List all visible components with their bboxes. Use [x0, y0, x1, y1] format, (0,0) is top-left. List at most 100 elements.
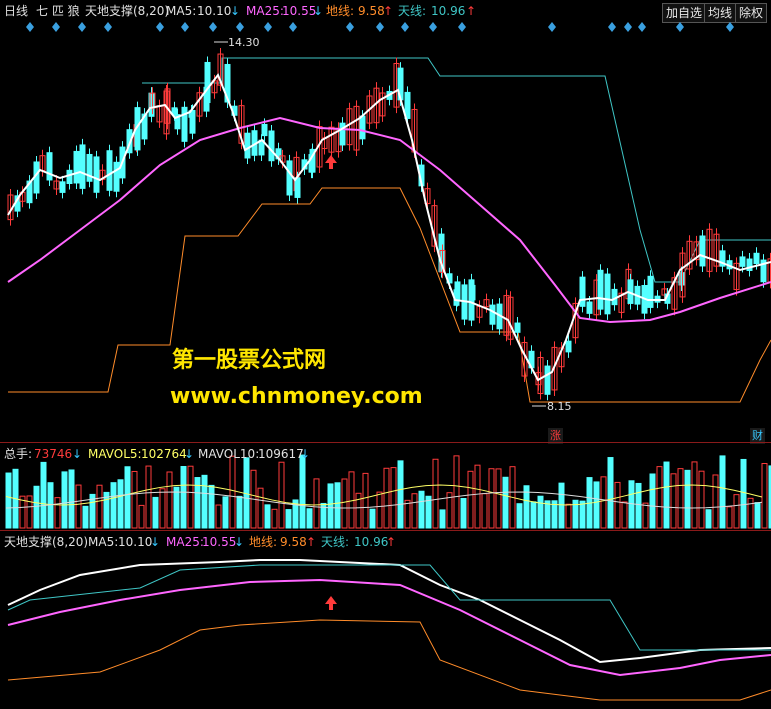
ind-ma25-value: 10.55 — [202, 535, 237, 549]
volume-bar — [299, 454, 306, 529]
ind-dixian-value: 9.58 — [280, 535, 307, 549]
volume-bar — [397, 460, 404, 529]
watermark-title: 第一股票公式网 — [172, 348, 327, 373]
signal-diamond-icon — [346, 22, 354, 32]
dixian-line — [8, 187, 771, 403]
volume-bar — [173, 486, 180, 529]
signal-diamond-icon — [236, 22, 244, 32]
kline-chart[interactable] — [0, 0, 771, 709]
ma5-line — [7, 72, 771, 382]
candle-body — [268, 130, 275, 162]
volume-bar — [306, 508, 313, 529]
ind-dixian-path — [7, 619, 771, 701]
candle-body — [586, 301, 593, 314]
candle-body — [544, 365, 551, 395]
volume-bar — [677, 468, 684, 529]
volume-bar — [131, 470, 138, 529]
volume-bar — [474, 464, 481, 529]
volume-bar — [516, 503, 523, 529]
signal-diamond-icon — [52, 22, 60, 32]
low-price-label: 8.15 — [547, 400, 572, 413]
volume-bar — [502, 476, 509, 529]
volume-bar — [75, 484, 82, 529]
volume-bar — [222, 496, 229, 529]
volume-bar — [411, 493, 418, 529]
ind-tianxian-arrow-up-icon: ↑ — [386, 535, 397, 549]
volume-bar — [110, 482, 117, 529]
mavol5-value: 102764 — [141, 447, 187, 461]
ind-tianxian-value: 10.96 — [354, 535, 389, 549]
signal-diamond-icon — [78, 22, 86, 32]
volume-bar — [467, 470, 474, 529]
candle-body — [73, 150, 80, 184]
signal-diamond-icon — [401, 22, 409, 32]
candle-body — [699, 235, 706, 267]
candle-body — [244, 132, 251, 159]
volume-bar — [201, 474, 208, 529]
volume-bar — [68, 469, 75, 529]
volume-bar — [180, 466, 187, 529]
indicator-panel-name: 天地支撑(8,20) — [4, 535, 89, 549]
volume-bar — [635, 482, 642, 529]
volume-bar — [229, 455, 236, 529]
ind-ma5-value: 10.10 — [118, 535, 153, 549]
signal-diamond-icon — [156, 22, 164, 32]
dixian-path — [8, 187, 771, 403]
volume-bar — [124, 466, 131, 529]
signal-diamond-icon — [26, 22, 34, 32]
signal-diamond-icon — [264, 22, 272, 32]
volume-bar — [26, 495, 33, 529]
volume-bar — [348, 471, 355, 529]
candle-body — [93, 156, 100, 193]
volume-bar — [390, 467, 397, 529]
candle-body — [79, 144, 86, 189]
signal-diamond-icon — [104, 22, 112, 32]
volume-bar — [208, 484, 215, 529]
volume-bar — [54, 497, 61, 529]
volume-bar — [621, 501, 628, 529]
candle-body — [753, 252, 760, 265]
volume-bar — [649, 473, 656, 529]
volume-bar — [138, 504, 145, 529]
candle-body — [579, 276, 586, 307]
ind-dixian-label: 地线: — [249, 535, 278, 549]
volume-bar — [558, 482, 565, 529]
candle-body — [359, 115, 366, 140]
volume-bar — [418, 490, 425, 529]
candle-body — [189, 109, 196, 134]
volume-bar — [600, 476, 607, 529]
candle-body — [469, 284, 476, 301]
volume-bar — [747, 497, 754, 529]
signal-diamond-icon — [608, 22, 616, 32]
candle-body — [113, 161, 120, 192]
volume-bar — [593, 481, 600, 529]
signal-diamond-icon — [429, 22, 437, 32]
candle-body — [294, 177, 301, 198]
ind-ma5-label: MA5: — [88, 535, 119, 549]
volume-bar — [33, 485, 40, 529]
panel-divider — [0, 530, 771, 531]
volume-total-label: 总手: — [4, 447, 33, 461]
candle-body — [66, 169, 73, 184]
ind-ma25-arrow-down-icon: ↓ — [234, 535, 245, 549]
volume-bar — [565, 503, 572, 529]
volume-bar — [159, 488, 166, 529]
ind-tianxian-label: 天线: — [321, 535, 350, 549]
candle-body — [597, 269, 604, 310]
volume-bar — [82, 505, 89, 529]
volume-bar — [313, 478, 320, 529]
volume-bar — [236, 495, 243, 529]
volume-bar — [614, 481, 621, 529]
candle-body — [106, 150, 113, 191]
volume-bar — [740, 458, 747, 529]
volume-bar — [117, 479, 124, 529]
volume-bar — [656, 466, 663, 529]
volume-bar — [544, 500, 551, 529]
signal-diamond-icon — [624, 22, 632, 32]
volume-bar — [61, 471, 68, 529]
candle-body — [514, 322, 521, 333]
mavol5-label: MAVOL5: — [88, 447, 142, 461]
ind-ma25-path — [7, 578, 771, 677]
volume-bar — [537, 495, 544, 529]
candle-body — [739, 256, 746, 267]
